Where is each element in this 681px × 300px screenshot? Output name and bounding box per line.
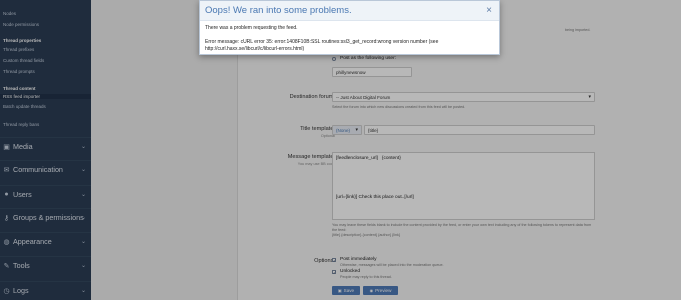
chevron-down-icon: ⌄ xyxy=(80,239,86,245)
destination-forum-hint: Select the forum into which new discussi… xyxy=(332,105,466,109)
unlocked-label: Unlocked xyxy=(340,269,360,274)
sidebar-link-batch-update-threads[interactable]: Batch update threads xyxy=(0,104,91,109)
sidebar-section-logs[interactable]: ◷ Logs ⌄ xyxy=(0,281,91,299)
sidebar-section-label: Tools xyxy=(13,261,30,270)
sidebar-section-media[interactable]: ▣ Media ⌄ xyxy=(0,137,91,155)
sidebar-section-label: Communication xyxy=(13,165,63,174)
sidebar-link-thread-reply-bans[interactable]: Thread reply bans xyxy=(0,122,91,127)
message-template-label: Message template: xyxy=(287,154,335,160)
chevron-down-icon: ⌄ xyxy=(80,167,86,173)
preview-button[interactable]: ◉ Preview xyxy=(363,286,398,295)
unlocked-hint: People may reply to this thread. xyxy=(340,275,392,279)
dialog-title: Oops! We ran into some problems. xyxy=(205,5,352,16)
destination-forum-select[interactable]: -- Just About Digital Forum ▾ xyxy=(332,92,595,102)
post-immediately-label: Post immediately xyxy=(340,257,377,262)
message-template-hint: You may leave these fields blank to incl… xyxy=(332,223,592,237)
post-immediately-hint: Otherwise, messages will be placed into … xyxy=(340,263,444,267)
unlocked-checkbox[interactable]: ✓ xyxy=(332,270,336,275)
top-hint: being imported. xyxy=(565,28,591,32)
message-template-textarea[interactable]: [feedlenclosure_url] {content} [url={lin… xyxy=(332,152,595,220)
sidebar-link-nodes[interactable]: Nodes xyxy=(0,11,91,16)
username-input[interactable]: phillynewsnow xyxy=(332,67,412,77)
sidebar-section-label: Users xyxy=(13,190,32,199)
chevron-down-icon: ⌄ xyxy=(80,263,86,269)
post-as-user-radio[interactable] xyxy=(332,57,336,61)
users-icon: ● xyxy=(4,191,9,198)
sidebar-section-label: Media xyxy=(13,142,33,151)
destination-forum-label: Destination forum: xyxy=(289,94,335,100)
sidebar-section-users[interactable]: ● Users ⌄ xyxy=(0,185,91,203)
media-icon: ▣ xyxy=(3,143,10,151)
chat-icon: ✉ xyxy=(3,166,10,174)
chevron-down-icon: ⌄ xyxy=(80,288,86,294)
chevron-down-icon: ⌄ xyxy=(80,144,86,150)
title-template-input[interactable]: {title} xyxy=(364,125,595,135)
sidebar-heading-thread-content: Thread content xyxy=(3,86,36,91)
sidebar-section-tools[interactable]: ✎ Tools ⌄ xyxy=(0,256,91,274)
dialog-message: There was a problem requesting the feed. xyxy=(205,25,298,31)
sidebar-section-label: Appearance xyxy=(13,237,52,246)
post-as-user-label: Post as the following user: xyxy=(340,56,396,61)
message-template-sublabel: You may use BB code xyxy=(297,162,335,166)
save-icon: ▣ xyxy=(337,288,342,293)
sidebar-link-thread-prompts[interactable]: Thread prompts xyxy=(0,69,91,74)
key-icon: ⚷ xyxy=(3,214,10,222)
chevron-down-icon: ⌄ xyxy=(80,215,86,221)
save-button[interactable]: ▣ Save xyxy=(332,286,360,295)
sidebar-link-thread-prefixes[interactable]: Thread prefixes xyxy=(0,47,91,52)
select-arrow-icon: ▾ xyxy=(588,94,591,100)
sidebar-section-appearance[interactable]: ◍ Appearance ⌄ xyxy=(0,232,91,250)
chevron-down-icon: ⌄ xyxy=(80,192,86,198)
sidebar-heading-thread-properties: Thread properties xyxy=(3,38,42,43)
logs-icon: ◷ xyxy=(3,287,10,295)
select-arrow-icon: ▾ xyxy=(355,127,358,133)
dialog-error-message: Error message: cURL error 35: error:1408… xyxy=(205,39,439,52)
thread-prefix-value: (None) xyxy=(336,128,351,133)
close-icon[interactable]: × xyxy=(486,5,492,16)
error-dialog: Oops! We ran into some problems. × There… xyxy=(199,0,500,55)
palette-icon: ◍ xyxy=(3,238,10,246)
sidebar-section-communication[interactable]: ✉ Communication ⌄ xyxy=(0,160,91,178)
sidebar-link-node-permissions[interactable]: Node permissions xyxy=(0,22,91,27)
save-button-label: Save xyxy=(343,288,355,293)
title-template-label: Title template: xyxy=(300,126,335,132)
sidebar-section-label: Logs xyxy=(13,286,29,295)
wrench-icon: ✎ xyxy=(3,262,10,270)
sidebar-link-rss-feed-importer[interactable]: RSS feed importer xyxy=(0,94,91,99)
preview-button-label: Preview xyxy=(375,288,392,293)
post-immediately-checkbox[interactable]: ✓ xyxy=(332,258,336,263)
sidebar-section-groups-permissions[interactable]: ⚷ Groups & permissions ⌄ xyxy=(0,208,91,226)
sidebar-section-label: Groups & permissions xyxy=(13,213,84,222)
sidebar: Nodes Node permissions Thread properties… xyxy=(0,0,91,300)
thread-prefix-select[interactable]: (None) ▾ xyxy=(332,125,362,135)
sidebar-link-custom-thread-fields[interactable]: Custom thread fields xyxy=(0,58,91,63)
eye-icon: ◉ xyxy=(369,288,374,293)
destination-forum-value: -- Just About Digital Forum xyxy=(336,95,391,100)
dialog-header: Oops! We ran into some problems. × xyxy=(200,1,499,21)
